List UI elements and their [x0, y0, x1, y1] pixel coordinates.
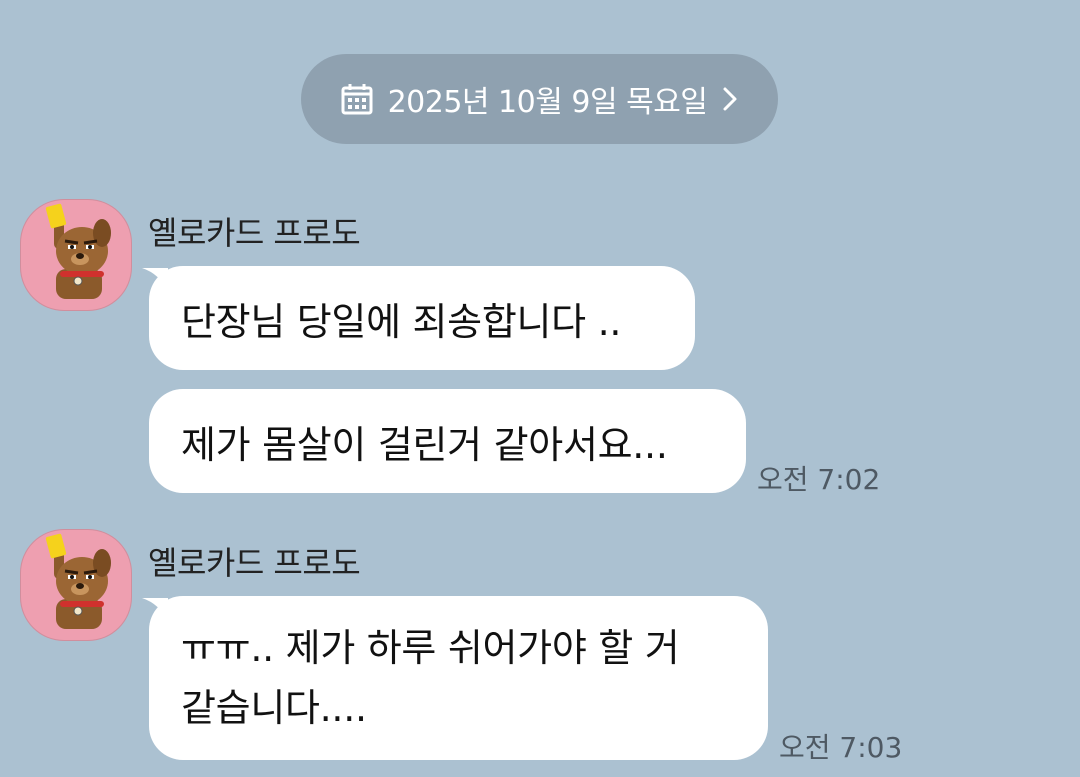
calendar-icon [340, 82, 374, 116]
message-text: 제가 몸살이 걸린거 같아서요... [181, 422, 668, 467]
message-bubble[interactable]: 제가 몸살이 걸린거 같아서요... [149, 389, 746, 493]
date-divider[interactable]: 2025년 10월 9일 목요일 [301, 54, 778, 144]
message-timestamp: 오전 7:02 [757, 463, 881, 496]
message-text: 단장님 당일에 죄송합니다 .. [181, 299, 622, 344]
message-bubble[interactable]: 단장님 당일에 죄송합니다 .. [149, 266, 695, 370]
message-text-line: ㅠㅠ.. 제가 하루 쉬어가야 할 거 [181, 626, 680, 670]
yellow-card-dog-avatar-icon [45, 533, 111, 629]
sender-avatar[interactable] [20, 529, 132, 641]
message-timestamp: 오전 7:03 [779, 731, 903, 764]
date-label: 2025년 10월 9일 목요일 [387, 85, 708, 120]
yellow-card-dog-avatar-icon [45, 203, 111, 299]
chevron-right-icon [721, 84, 739, 114]
message-bubble[interactable]: ㅠㅠ.. 제가 하루 쉬어가야 할 거 같습니다.... [149, 596, 768, 760]
message-text-line: 같습니다.... [181, 686, 367, 730]
sender-name: 옐로카드 프로도 [148, 544, 361, 582]
sender-name: 옐로카드 프로도 [148, 214, 361, 252]
sender-avatar[interactable] [20, 199, 132, 311]
